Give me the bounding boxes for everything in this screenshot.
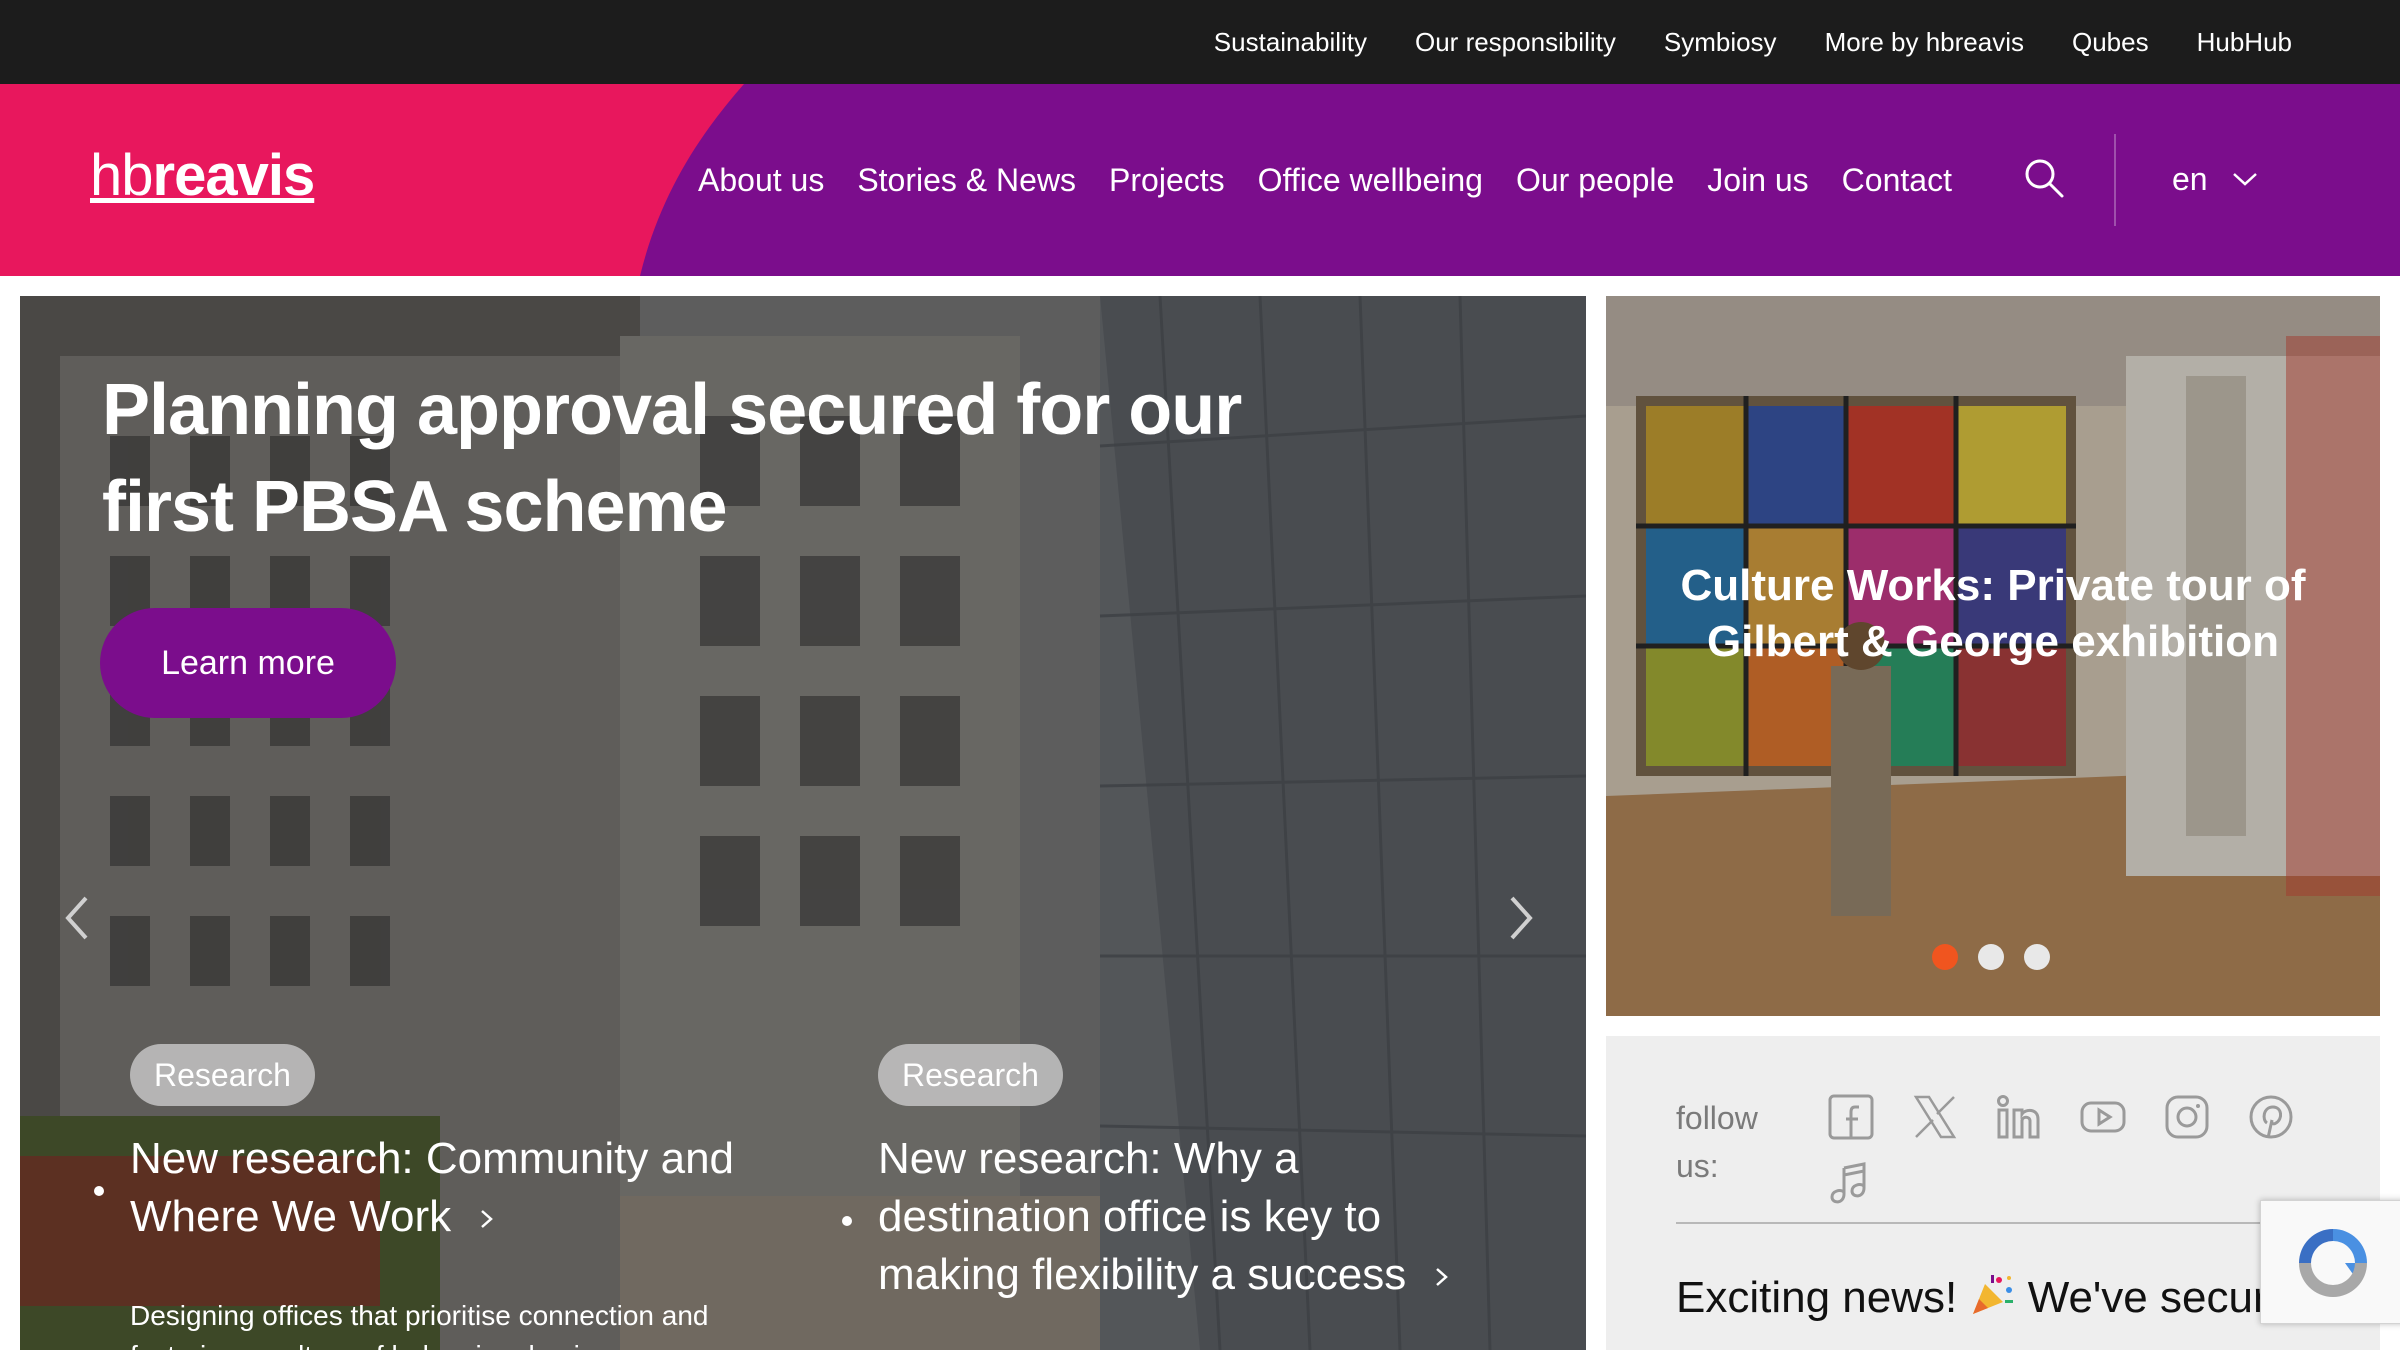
- slider-dot-2[interactable]: [1978, 944, 2004, 970]
- chevron-right-icon: [1436, 1268, 1449, 1287]
- story-title-text: New research: Why a destination office i…: [878, 1134, 1407, 1299]
- utility-link-symbiosy[interactable]: Symbiosy: [1664, 27, 1777, 58]
- slider-dot-1[interactable]: [1932, 944, 1958, 970]
- hbreavis-logo[interactable]: hbreavis: [90, 142, 316, 209]
- story-card[interactable]: Research: [130, 1044, 315, 1106]
- news-teaser-start: Exciting news!: [1676, 1273, 1958, 1322]
- nav-divider: [2114, 134, 2116, 226]
- learn-more-button[interactable]: Learn more: [100, 608, 396, 718]
- language-current: en: [2172, 160, 2208, 197]
- slider-prev-arrow-icon[interactable]: [52, 888, 102, 948]
- hero-slider: Planning approval secured for our first …: [20, 296, 1586, 1350]
- x-icon[interactable]: [1910, 1092, 1960, 1142]
- list-bullet: [842, 1216, 852, 1226]
- story-title-text: New research: Community and Where We Wor…: [130, 1134, 735, 1241]
- list-bullet: [94, 1186, 104, 1196]
- language-selector[interactable]: en: [2172, 154, 2258, 204]
- main-header: hbreavis About us Stories & News Project…: [0, 84, 2400, 276]
- side-slide-title[interactable]: Culture Works: Private tour of Gilbert &…: [1606, 558, 2380, 670]
- logo-light-part: hb: [90, 143, 154, 208]
- nav-about-us[interactable]: About us: [698, 162, 824, 199]
- story-badge[interactable]: Research: [878, 1044, 1063, 1106]
- utility-link-our-responsibility[interactable]: Our responsibility: [1415, 27, 1616, 58]
- chevron-right-icon: [481, 1210, 494, 1229]
- logo-bold-part: reavis: [152, 143, 316, 208]
- search-icon[interactable]: [2022, 156, 2066, 200]
- nav-join-us[interactable]: Join us: [1707, 162, 1808, 199]
- chevron-down-icon: [2232, 173, 2257, 186]
- nav-contact[interactable]: Contact: [1842, 162, 1952, 199]
- follow-label: follow us:: [1676, 1100, 1758, 1184]
- utility-nav: Sustainability Our responsibility Symbio…: [1214, 0, 2292, 84]
- news-teaser[interactable]: Exciting news! We've secured: [1676, 1270, 2317, 1326]
- nav-office-wellbeing[interactable]: Office wellbeing: [1258, 162, 1483, 199]
- side-slider: Culture Works: Private tour of Gilbert &…: [1606, 296, 2380, 1016]
- utility-link-more-by-hbreavis[interactable]: More by hbreavis: [1825, 27, 2024, 58]
- linkedin-icon[interactable]: [1994, 1092, 2044, 1142]
- nav-projects[interactable]: Projects: [1109, 162, 1225, 199]
- facebook-icon[interactable]: [1826, 1092, 1876, 1142]
- utility-bar: Sustainability Our responsibility Symbio…: [0, 0, 2400, 84]
- story-badge[interactable]: Research: [130, 1044, 315, 1106]
- nav-our-people[interactable]: Our people: [1516, 162, 1674, 199]
- story-title[interactable]: New research: Community and Where We Wor…: [130, 1130, 750, 1246]
- nav-stories-news[interactable]: Stories & News: [857, 162, 1076, 199]
- page: Sustainability Our responsibility Symbio…: [0, 0, 2400, 1350]
- story-description: Designing offices that prioritise connec…: [130, 1300, 722, 1350]
- tiktok-icon[interactable]: [1826, 1160, 1876, 1210]
- youtube-icon[interactable]: [2078, 1092, 2128, 1142]
- utility-link-qubes[interactable]: Qubes: [2072, 27, 2149, 58]
- slider-dot-3[interactable]: [2024, 944, 2050, 970]
- utility-link-sustainability[interactable]: Sustainability: [1214, 27, 1367, 58]
- slider-pagination: [1932, 944, 2050, 970]
- main-nav: About us Stories & News Projects Office …: [698, 84, 1952, 276]
- hero-title: Planning approval secured for our first …: [102, 370, 1242, 547]
- recaptcha-icon: [2299, 1229, 2367, 1297]
- pinterest-icon[interactable]: [2246, 1092, 2296, 1142]
- follow-divider: [1676, 1222, 2276, 1224]
- recaptcha-badge[interactable]: [2260, 1200, 2400, 1324]
- story-title[interactable]: New research: Why a destination office i…: [878, 1130, 1498, 1304]
- instagram-icon[interactable]: [2162, 1092, 2212, 1142]
- story-card[interactable]: Research: [878, 1044, 1063, 1106]
- party-popper-icon: [1973, 1275, 2014, 1314]
- slider-next-arrow-icon[interactable]: [1496, 888, 1546, 948]
- utility-link-hubhub[interactable]: HubHub: [2197, 27, 2292, 58]
